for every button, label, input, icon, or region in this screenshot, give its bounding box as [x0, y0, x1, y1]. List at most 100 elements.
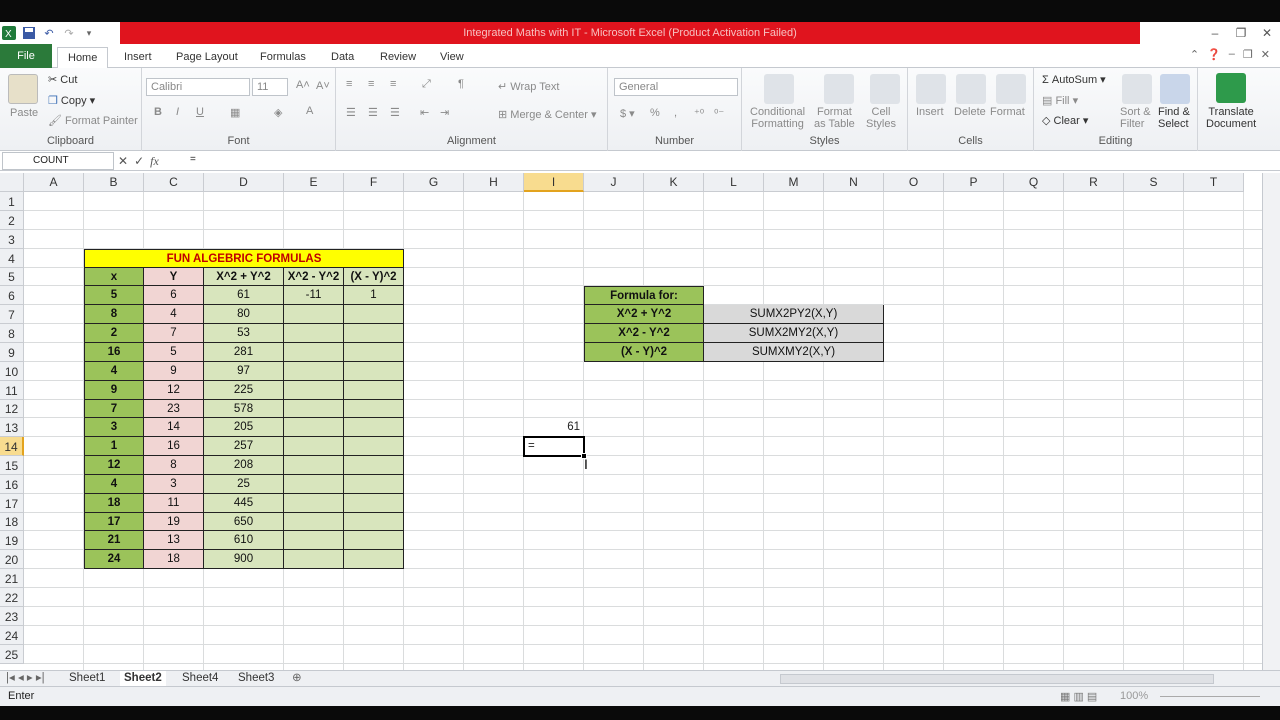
column-header[interactable]: M — [764, 173, 824, 192]
formula-name[interactable]: SUMX2PY2(X,Y) — [704, 305, 884, 324]
vertical-scrollbar[interactable] — [1262, 173, 1280, 670]
table-cell[interactable]: 610 — [204, 531, 284, 550]
clear-button[interactable]: ◇ Clear ▾ — [1042, 114, 1088, 127]
tab-page-layout[interactable]: Page Layout — [166, 47, 248, 68]
table-cell[interactable]: 225 — [204, 381, 284, 400]
cancel-icon[interactable]: ✕ — [118, 154, 128, 168]
autosum-button[interactable]: Σ AutoSum ▾ — [1042, 73, 1106, 86]
column-header[interactable]: R — [1064, 173, 1124, 192]
enter-check-icon[interactable]: ✓ — [134, 154, 144, 168]
collapse-ribbon-icon[interactable]: ⌃ — [1190, 48, 1199, 61]
find-select-button[interactable]: Find & Select — [1158, 106, 1190, 130]
align-center-icon[interactable]: ☰ — [368, 106, 378, 119]
table-cell[interactable]: 18 — [84, 494, 144, 513]
tab-review[interactable]: Review — [370, 47, 426, 68]
increase-decimal-icon[interactable]: ⁺⁰ — [694, 107, 704, 120]
cell-i13[interactable]: 61 — [524, 418, 584, 437]
restore-icon[interactable]: ❐ — [1243, 48, 1253, 61]
top-align-icon[interactable]: ≡ — [346, 78, 352, 90]
column-header[interactable]: B — [84, 173, 144, 192]
table-cell[interactable]: 7 — [84, 400, 144, 418]
formula-label[interactable]: X^2 - Y^2 — [584, 324, 704, 343]
row-header[interactable]: 25 — [0, 645, 24, 664]
table-cell[interactable] — [284, 418, 344, 437]
column-header[interactable]: S — [1124, 173, 1184, 192]
conditional-formatting-button[interactable]: Conditional Formatting — [750, 106, 805, 130]
table-cell[interactable] — [344, 550, 404, 569]
table-cell[interactable]: 53 — [204, 324, 284, 343]
table-cell[interactable]: 80 — [204, 305, 284, 324]
row-header[interactable]: 18 — [0, 513, 24, 531]
table-cell[interactable]: 16 — [144, 437, 204, 456]
row-header[interactable]: 9 — [0, 343, 24, 362]
table-cell[interactable]: 2 — [84, 324, 144, 343]
table-cell[interactable]: 208 — [204, 456, 284, 475]
table-cell[interactable] — [344, 362, 404, 381]
column-header[interactable]: Q — [1004, 173, 1064, 192]
row-header[interactable]: 16 — [0, 475, 24, 494]
cell-styles-button[interactable]: Cell Styles — [866, 106, 896, 130]
table-cell[interactable]: 6 — [144, 286, 204, 305]
table-header[interactable]: X^2 - Y^2 — [284, 268, 344, 286]
table-cell[interactable]: 16 — [84, 343, 144, 362]
column-header[interactable]: A — [24, 173, 84, 192]
row-header[interactable]: 7 — [0, 305, 24, 324]
view-buttons-icon[interactable]: ▦ ▥ ▤ — [1060, 690, 1097, 703]
paste-button[interactable]: Paste — [10, 107, 38, 119]
column-header[interactable]: E — [284, 173, 344, 192]
row-header[interactable]: 10 — [0, 362, 24, 381]
table-cell[interactable]: 4 — [144, 305, 204, 324]
row-header[interactable]: 22 — [0, 588, 24, 607]
row-header[interactable]: 6 — [0, 286, 24, 305]
formula-input[interactable]: = — [186, 152, 1268, 170]
select-all-corner[interactable] — [0, 173, 24, 192]
row-header[interactable]: 24 — [0, 626, 24, 645]
tab-home[interactable]: Home — [57, 47, 109, 69]
table-cell[interactable]: 13 — [144, 531, 204, 550]
sheet-nav-arrows-icon[interactable]: |◂ ◂ ▸ ▸| — [6, 671, 45, 687]
table-cell[interactable]: 25 — [204, 475, 284, 494]
insert-function-icon[interactable]: fx — [150, 154, 159, 169]
font-size-select[interactable]: 11 — [252, 78, 288, 96]
sheet-tab-sheet3[interactable]: Sheet3 — [238, 671, 274, 687]
table-cell[interactable] — [344, 400, 404, 418]
row-header[interactable]: 11 — [0, 381, 24, 400]
format-painter-button[interactable]: 🖌 Format Painter — [48, 114, 138, 127]
restore-icon[interactable]: ❐ — [1228, 22, 1254, 44]
row-header[interactable]: 23 — [0, 607, 24, 626]
percent-icon[interactable]: % — [650, 107, 660, 119]
table-cell[interactable] — [284, 381, 344, 400]
delete-cells-button[interactable]: Delete — [954, 106, 986, 118]
table-cell[interactable] — [344, 343, 404, 362]
fill-button[interactable]: ▤ Fill ▾ — [1042, 94, 1078, 107]
wrap-text-button[interactable]: ↵ Wrap Text — [498, 80, 559, 93]
table-cell[interactable] — [284, 456, 344, 475]
table-cell[interactable]: 8 — [84, 305, 144, 324]
formula-name[interactable]: SUMX2MY2(X,Y) — [704, 324, 884, 343]
table-cell[interactable]: 24 — [84, 550, 144, 569]
insert-sheet-icon[interactable]: ⊕ — [292, 671, 302, 687]
table-cell[interactable] — [284, 362, 344, 381]
table-cell[interactable]: 3 — [84, 418, 144, 437]
sheet-tab-sheet1[interactable]: Sheet1 — [69, 671, 105, 687]
tab-insert[interactable]: Insert — [114, 47, 162, 68]
name-box[interactable]: COUNT — [2, 152, 114, 170]
minimize-icon[interactable]: – — [1202, 22, 1228, 44]
row-header[interactable]: 3 — [0, 230, 24, 249]
table-cell[interactable]: 11 — [144, 494, 204, 513]
worksheet-grid[interactable]: A B C D E F G H I J K L M N O P Q R S T 1 2 3 4 5 6 7 8 9 10 11 12 13 14 1… — [0, 173, 1262, 670]
column-header[interactable]: F — [344, 173, 404, 192]
table-cell[interactable]: 8 — [144, 456, 204, 475]
table-cell[interactable]: 97 — [204, 362, 284, 381]
tab-data[interactable]: Data — [321, 47, 364, 68]
table-cell[interactable]: 5 — [144, 343, 204, 362]
active-cell-i14[interactable]: = — [523, 436, 585, 457]
shrink-font-icon[interactable]: A˅ — [316, 80, 330, 92]
table-cell[interactable]: 650 — [204, 513, 284, 531]
row-header[interactable]: 21 — [0, 569, 24, 588]
copy-button[interactable]: ❐ Copy ▾ — [48, 94, 95, 107]
row-header[interactable]: 5 — [0, 268, 24, 286]
table-cell[interactable]: 12 — [84, 456, 144, 475]
table-cell[interactable]: 7 — [144, 324, 204, 343]
row-header[interactable]: 4 — [0, 249, 24, 268]
